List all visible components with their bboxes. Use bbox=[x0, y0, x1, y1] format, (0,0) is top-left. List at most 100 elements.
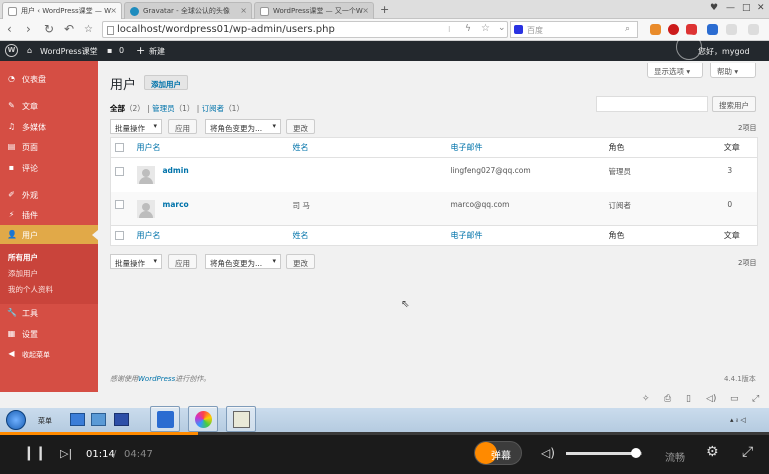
pin-icon[interactable]: ✧ bbox=[642, 394, 650, 404]
username-link[interactable]: marco bbox=[163, 200, 189, 209]
close-window-icon[interactable]: ✕ bbox=[757, 3, 765, 13]
sidebar-item-users[interactable]: 👤 用户 bbox=[0, 225, 98, 245]
sound-icon[interactable]: ◁) bbox=[706, 394, 716, 404]
sidebar-item-appearance[interactable]: ✐ 外观 bbox=[0, 185, 98, 205]
sidebar-item-media[interactable]: ♫ 多媒体 bbox=[0, 117, 98, 137]
col-email[interactable]: 电子邮件 bbox=[446, 225, 605, 246]
sidebar-item-comments[interactable]: ▪ 评论 bbox=[0, 158, 98, 178]
menu-lines-icon[interactable] bbox=[748, 24, 759, 35]
comments-count[interactable]: 0 bbox=[119, 46, 124, 55]
word-extension-icon[interactable] bbox=[707, 24, 718, 35]
search-users-button[interactable]: 搜索用户 bbox=[712, 96, 756, 112]
undo-icon[interactable]: ↶ bbox=[64, 22, 74, 36]
filter-all[interactable]: 全部 bbox=[110, 104, 125, 113]
sidebar-item-posts[interactable]: ✎ 文章 bbox=[0, 96, 98, 116]
change-role-select-bottom[interactable]: 将角色变更为... ▾ bbox=[205, 254, 281, 269]
pause-icon[interactable]: ❙❙ bbox=[23, 445, 46, 461]
wordpress-logo-icon[interactable]: W bbox=[5, 44, 18, 57]
close-tab-icon[interactable]: × bbox=[362, 6, 369, 15]
opera-extension-icon[interactable] bbox=[668, 24, 679, 35]
row-checkbox[interactable] bbox=[115, 166, 124, 176]
site-name-link[interactable]: WordPress课堂 bbox=[40, 46, 98, 57]
download-icon[interactable] bbox=[726, 24, 737, 35]
posts-count-link[interactable]: 3 bbox=[703, 158, 758, 192]
media-player-icon[interactable] bbox=[114, 413, 129, 426]
filter-admin[interactable]: 管理员 bbox=[152, 104, 175, 113]
tray-icons[interactable]: ▴ ᵢₗ ◁ bbox=[730, 416, 746, 424]
select-all-checkbox[interactable] bbox=[115, 143, 124, 152]
explorer-icon[interactable] bbox=[91, 413, 106, 426]
grid-icon[interactable]: ⁝ bbox=[448, 25, 451, 34]
col-username[interactable]: 用户名 bbox=[132, 137, 289, 158]
favorite-star-icon[interactable]: ☆ bbox=[84, 24, 93, 35]
bookmark-star-icon[interactable]: ☆ bbox=[481, 23, 490, 34]
sidebar-item-tools[interactable]: 🔧 工具 bbox=[0, 303, 98, 323]
sidebar-item-settings[interactable]: ▦ 设置 bbox=[0, 324, 98, 344]
username-link[interactable]: admin bbox=[163, 166, 189, 175]
back-icon[interactable]: ‹ bbox=[7, 22, 12, 36]
settings-gear-icon[interactable]: ⚙ bbox=[706, 444, 719, 460]
sidebar-item-dashboard[interactable]: ◔ 仪表盘 bbox=[0, 69, 98, 89]
volume-knob[interactable] bbox=[630, 448, 641, 458]
wordpress-link[interactable]: WordPress bbox=[138, 375, 175, 383]
screen-options-button[interactable]: 显示选项 ▾ bbox=[647, 63, 703, 78]
lightning-icon[interactable]: ϟ bbox=[465, 24, 471, 34]
taskbar-app-word[interactable] bbox=[150, 406, 180, 432]
close-tab-icon[interactable]: × bbox=[110, 6, 117, 15]
menu-icon[interactable]: ♥ bbox=[710, 3, 718, 13]
col-email[interactable]: 电子邮件 bbox=[446, 137, 605, 158]
tab-users[interactable]: 用户 ‹ WordPress课堂 — W × bbox=[2, 2, 122, 19]
forward-icon[interactable]: › bbox=[26, 22, 31, 36]
change-role-select[interactable]: 将角色变更为... ▾ bbox=[205, 119, 281, 134]
col-name[interactable]: 姓名 bbox=[288, 225, 447, 246]
show-desktop-icon[interactable] bbox=[70, 413, 85, 426]
help-button[interactable]: 帮助 ▾ bbox=[710, 63, 756, 78]
plus-icon[interactable]: + bbox=[136, 44, 145, 57]
bulk-action-select[interactable]: 批量操作 ▾ bbox=[110, 119, 162, 134]
submenu-all-users[interactable]: 所有用户 bbox=[8, 252, 38, 263]
submenu-profile[interactable]: 我的个人资料 bbox=[8, 284, 53, 295]
home-icon[interactable]: ⌂ bbox=[27, 46, 32, 55]
volume-slider[interactable] bbox=[566, 448, 642, 458]
comment-bubble-icon[interactable]: ▪ bbox=[107, 46, 112, 55]
apply-button[interactable]: 应用 bbox=[168, 119, 197, 134]
new-menu-link[interactable]: 新建 bbox=[149, 46, 165, 57]
add-user-button[interactable]: 添加用户 bbox=[144, 75, 188, 90]
change-role-button[interactable]: 更改 bbox=[286, 119, 315, 134]
address-bar[interactable]: localhost/wordpress01/wp-admin/users.php… bbox=[102, 21, 508, 38]
search-box[interactable]: 百度 ⌕ bbox=[510, 21, 638, 38]
grid-extension-icon[interactable] bbox=[650, 24, 661, 35]
volume-icon[interactable]: ◁) bbox=[541, 446, 555, 460]
maximize-icon[interactable]: □ bbox=[742, 3, 751, 13]
tab-gravatar[interactable]: Gravatar - 全球公认的头像 × bbox=[124, 2, 252, 19]
filter-subscriber[interactable]: 订阅者 bbox=[202, 104, 225, 113]
change-role-button-bottom[interactable]: 更改 bbox=[286, 254, 315, 269]
delete-icon[interactable]: ▯ bbox=[686, 394, 691, 404]
next-icon[interactable]: ▷| bbox=[60, 447, 72, 460]
screenshot-icon[interactable]: ⎙ bbox=[664, 394, 671, 404]
search-users-input[interactable] bbox=[596, 96, 708, 112]
video-progress-bar[interactable] bbox=[0, 432, 769, 435]
col-name[interactable]: 姓名 bbox=[288, 137, 447, 158]
sidebar-item-plugins[interactable]: ⚡ 插件 bbox=[0, 205, 98, 225]
quality-button[interactable]: 流畅 bbox=[665, 449, 685, 464]
email-link[interactable]: marco@qq.com bbox=[447, 192, 605, 226]
col-username[interactable]: 用户名 bbox=[132, 225, 289, 246]
bulk-action-select-bottom[interactable]: 批量操作 ▾ bbox=[110, 254, 162, 269]
submenu-add-user[interactable]: 添加用户 bbox=[8, 268, 38, 279]
reload-icon[interactable]: ↻ bbox=[44, 22, 54, 36]
close-tab-icon[interactable]: × bbox=[240, 6, 247, 15]
new-tab-button[interactable]: + bbox=[380, 3, 389, 16]
start-button[interactable] bbox=[6, 410, 26, 430]
danmu-toggle[interactable]: 弹幕 bbox=[474, 441, 522, 465]
apply-button-bottom[interactable]: 应用 bbox=[168, 254, 197, 269]
window-icon[interactable]: ▭ bbox=[730, 394, 739, 404]
tab-wordpress-site[interactable]: WordPress课堂 — 又一个W × bbox=[254, 2, 374, 19]
minimize-icon[interactable]: — bbox=[726, 3, 735, 13]
user-avatar[interactable] bbox=[676, 34, 702, 60]
sidebar-item-pages[interactable]: ▤ 页面 bbox=[0, 137, 98, 157]
taskbar-app-camtasia[interactable] bbox=[226, 406, 256, 432]
search-icon[interactable]: ⌕ bbox=[625, 24, 630, 34]
sidebar-collapse[interactable]: ◀ 收起菜单 bbox=[0, 344, 98, 364]
fullscreen-small-icon[interactable]: ⤢ bbox=[752, 394, 759, 404]
